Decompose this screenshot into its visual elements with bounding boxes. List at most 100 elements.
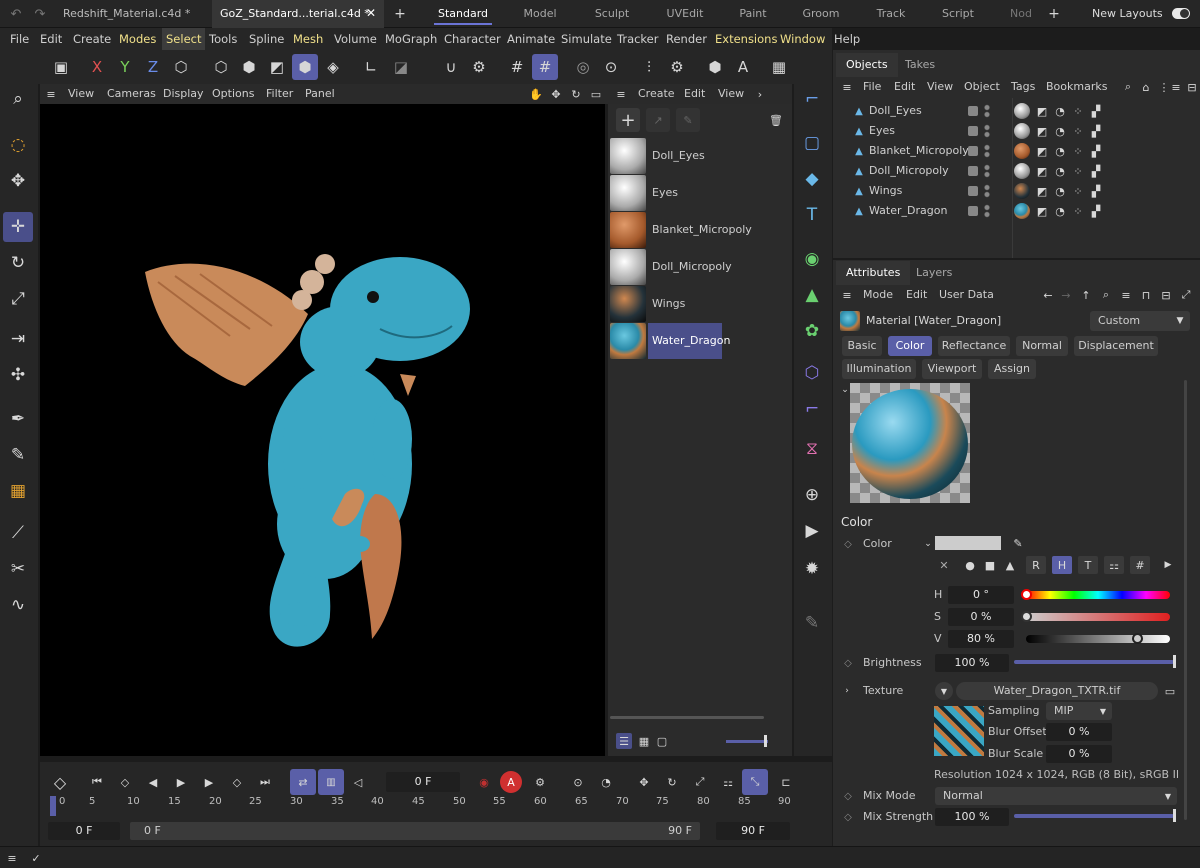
hamburger-icon[interactable]: ≡ <box>614 86 628 102</box>
play-icon[interactable]: ▶ <box>170 770 192 794</box>
tweak-tool-icon[interactable]: ✥ <box>3 166 33 196</box>
filter-icon[interactable]: ≡ <box>1118 287 1134 303</box>
hierarchy-icon[interactable]: ⊟ <box>1184 79 1200 95</box>
camera-object-icon[interactable]: ⧖ <box>797 434 827 464</box>
hamburger-icon[interactable]: ≡ <box>840 79 854 95</box>
pan-icon[interactable]: ✋ <box>528 86 544 102</box>
tab-basic[interactable]: Basic <box>842 336 882 356</box>
y-axis-toggle[interactable]: Y <box>112 54 138 80</box>
menu-modes[interactable]: Modes <box>115 28 160 50</box>
objects-menu-object[interactable]: Object <box>964 77 1000 97</box>
visibility-dots[interactable] <box>984 204 990 218</box>
large-view-icon[interactable]: ▢ <box>654 733 670 749</box>
checker-tag-icon[interactable]: ▞ <box>1088 183 1104 199</box>
camera-icon[interactable]: ▣ <box>48 54 74 80</box>
tab-color[interactable]: Color <box>888 336 932 356</box>
material-menu-edit[interactable]: Edit <box>684 84 705 104</box>
hex-mode-button[interactable]: # <box>1130 556 1150 574</box>
viewport-menu-view[interactable]: View <box>68 84 94 104</box>
polygons-mode-icon[interactable]: ◩ <box>264 54 290 80</box>
model-mode-icon[interactable]: ⬢ <box>292 54 318 80</box>
uvw-tag-icon[interactable]: ◔ <box>1052 143 1068 159</box>
material-doll-micropoly[interactable]: Doll_Micropoly <box>610 249 790 285</box>
start-frame-field[interactable]: 0 F <box>48 822 120 840</box>
keyframe-diamond-icon[interactable]: ◇ <box>842 535 854 553</box>
viewport-menu-options[interactable]: Options <box>212 84 254 104</box>
eyedropper-icon[interactable]: ✎ <box>676 108 700 132</box>
fps-icon[interactable]: ▥ <box>318 769 344 795</box>
add-layout-icon[interactable]: + <box>1046 6 1062 22</box>
brush-icon[interactable]: ⟋ <box>3 518 33 548</box>
edit-check-icon[interactable] <box>968 146 978 156</box>
subdivision-icon[interactable]: ◉ <box>797 244 827 274</box>
menu-tracker[interactable]: Tracker <box>613 28 663 50</box>
viewport-menu-filter[interactable]: Filter <box>266 84 293 104</box>
up-arrow-icon[interactable]: ↑ <box>1078 287 1094 303</box>
attributes-menu-mode[interactable]: Mode <box>863 285 893 305</box>
hsv-mode-button[interactable]: H <box>1052 556 1072 574</box>
magnet-icon[interactable]: ∪ <box>438 54 464 80</box>
object-row[interactable]: ▲ Water_Dragon ◩ ◔ ⁘ ▞ <box>846 201 1196 221</box>
selection-tag-icon[interactable]: ⁘ <box>1070 183 1086 199</box>
current-frame-field[interactable]: 0 F <box>386 772 460 792</box>
saturation-slider-knob[interactable] <box>1021 611 1032 622</box>
visibility-dots[interactable] <box>984 104 990 118</box>
material-tag-icon[interactable] <box>1014 203 1030 219</box>
symmetry-settings-icon[interactable]: ⚙ <box>664 54 690 80</box>
mix-mode-dropdown[interactable]: Normal ▼ <box>935 787 1177 805</box>
expand-arrow-icon[interactable]: ▶ <box>1162 556 1174 574</box>
motion-icon[interactable]: ◔ <box>594 770 618 794</box>
tab-objects[interactable]: Objects <box>836 53 898 77</box>
menu-help[interactable]: Help <box>830 28 864 50</box>
snap-settings-icon[interactable]: ⚙ <box>466 54 492 80</box>
visibility-dots[interactable] <box>984 144 990 158</box>
blur-offset-field[interactable]: 0 % <box>1046 723 1112 741</box>
point-key-icon[interactable]: ⤡ <box>742 769 768 795</box>
forward-arrow-icon[interactable]: → <box>1058 287 1074 303</box>
deformer-tool-icon[interactable]: ∿ <box>3 590 33 620</box>
select-tool-icon[interactable]: ◌ <box>3 130 33 160</box>
texture-dropdown-icon[interactable]: ▼ <box>935 682 953 700</box>
autokey-icon[interactable]: A <box>500 771 522 793</box>
layout-tab-script[interactable]: Script <box>936 0 980 28</box>
eyedropper-icon[interactable]: ✎ <box>1010 534 1026 552</box>
material-water-dragon[interactable]: Water_Dragon <box>610 323 790 359</box>
field-icon[interactable]: ⬡ <box>797 358 827 388</box>
layout-tab-standard[interactable]: Standard <box>434 0 492 28</box>
s-field[interactable]: 0 % <box>948 608 1014 626</box>
zoom-icon[interactable]: ✥ <box>548 86 564 102</box>
keyframe-diamond-icon[interactable]: ◇ <box>842 787 854 805</box>
playhead[interactable] <box>50 796 56 816</box>
material-tag-icon[interactable] <box>1014 183 1030 199</box>
h-field[interactable]: 0 ° <box>948 586 1014 604</box>
material-tag-icon[interactable] <box>1014 103 1030 119</box>
phong-tag-icon[interactable]: ◩ <box>1034 123 1050 139</box>
range-slider[interactable]: 0 F 90 F <box>130 822 700 840</box>
object-row[interactable]: ▲ Blanket_Micropoly ◩ ◔ ⁘ ▞ <box>846 141 1196 161</box>
add-material-icon[interactable]: + <box>616 108 640 132</box>
close-icon[interactable]: ✕ <box>366 0 376 27</box>
cubes-icon[interactable]: ▦ <box>3 476 33 506</box>
material-tag-icon[interactable] <box>1014 123 1030 139</box>
snap-grid-icon[interactable]: # <box>532 54 558 80</box>
sky-icon[interactable]: ⊕ <box>797 480 827 510</box>
menu-select[interactable]: Select <box>162 28 206 50</box>
loop-icon[interactable]: ⇄ <box>290 769 316 795</box>
search-icon[interactable]: ⌕ <box>3 84 33 114</box>
filter-icon[interactable]: ≡ <box>1168 79 1184 95</box>
material-tag-icon[interactable] <box>1014 143 1030 159</box>
menu-create[interactable]: Create <box>69 28 115 50</box>
menu-animate[interactable]: Animate <box>503 28 559 50</box>
rotate-tool-icon[interactable]: ↻ <box>3 248 33 278</box>
tweak-mode-icon[interactable]: ◪ <box>388 54 414 80</box>
phong-tag-icon[interactable]: ◩ <box>1034 143 1050 159</box>
scale-tool-icon[interactable]: ⤢ <box>3 284 33 314</box>
tab-reflectance[interactable]: Reflectance <box>938 336 1010 356</box>
clapboard-icon[interactable]: ▦ <box>766 54 792 80</box>
color-square-icon[interactable]: ■ <box>982 557 998 573</box>
end-frame-field[interactable]: 90 F <box>716 822 790 840</box>
kelvin-mode-button[interactable]: T <box>1078 556 1098 574</box>
grid-icon[interactable]: # <box>504 54 530 80</box>
objects-menu-file[interactable]: File <box>863 77 881 97</box>
rgb-mode-button[interactable]: R <box>1026 556 1046 574</box>
